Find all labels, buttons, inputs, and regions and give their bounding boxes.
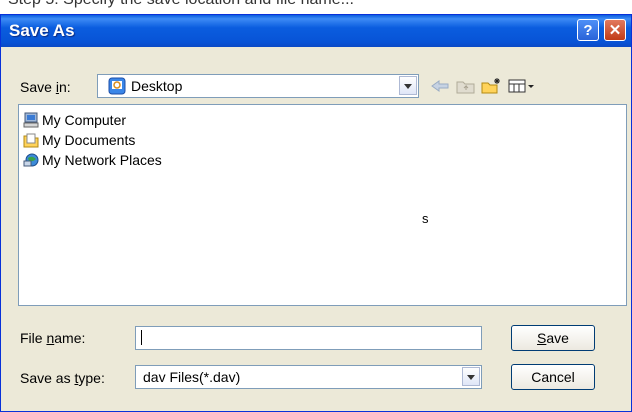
new-folder-icon[interactable] [480,77,502,95]
my-computer-icon [23,112,39,128]
list-item[interactable]: My Documents [23,131,135,149]
text-caret [141,330,142,345]
my-network-places-icon [23,153,39,167]
close-icon: ✕ [608,22,622,39]
help-icon: ? [583,21,593,39]
save-button[interactable]: Save [511,325,595,351]
save-as-type-label: Save as type: [20,370,105,386]
up-folder-icon[interactable] [455,77,477,95]
save-in-dropdown[interactable]: Desktop [97,74,419,98]
file-name-input[interactable] [135,326,482,350]
save-as-type-value: dav Files(*.dav) [143,369,241,385]
chevron-down-icon[interactable] [462,367,480,386]
title-bar[interactable]: Save As ? ✕ [1,15,631,47]
chevron-down-icon[interactable] [399,76,417,95]
list-item[interactable]: My Computer [23,111,126,129]
back-arrow-icon[interactable] [429,77,451,95]
help-button[interactable]: ? [577,19,599,41]
save-as-type-dropdown[interactable]: dav Files(*.dav) [135,365,482,389]
my-documents-icon [23,133,39,148]
cropped-caption: Step 5: Specify the save location and fi… [0,0,632,14]
list-item[interactable]: My Network Places [23,151,162,169]
file-list[interactable]: My Computer My Documents My Network Plac… [18,104,627,306]
file-name-label: File name: [20,330,86,346]
views-menu-icon[interactable] [507,77,537,95]
desktop-icon [108,77,126,95]
save-in-value: Desktop [131,78,183,94]
caption-text: Step 5: Specify the save location and fi… [8,0,354,9]
close-button[interactable]: ✕ [604,19,626,41]
stray-text: s [422,211,429,226]
save-as-dialog: Save As ? ✕ Save in: Desktop My Computer… [0,14,632,412]
dialog-title: Save As [9,21,75,40]
cancel-button[interactable]: Cancel [511,364,595,390]
save-in-label: Save in: [20,79,71,95]
